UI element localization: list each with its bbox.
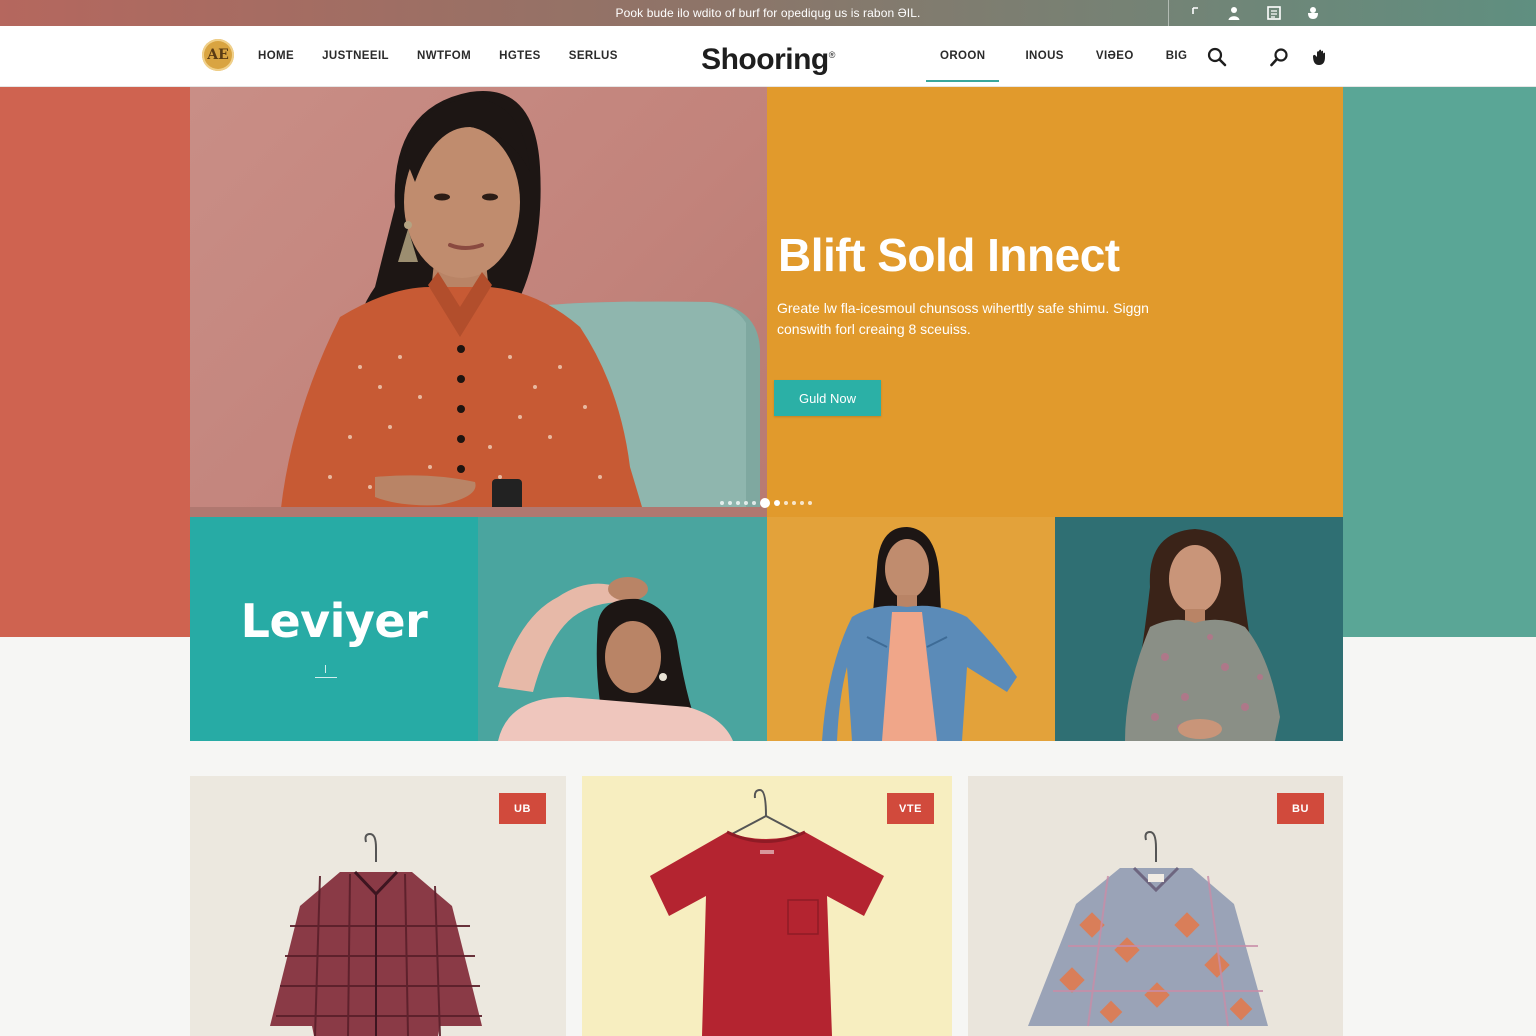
nav-item-5[interactable]: SERLUS xyxy=(569,50,618,62)
hero-subtitle: Greate lw fla-icesmoul chunsoss wiherttl… xyxy=(777,300,1149,337)
nav-item-2[interactable]: JUSTNEEIL xyxy=(322,50,389,62)
brand-name[interactable]: Shooring xyxy=(701,43,829,76)
nav-left: HOME JUSTNEEIL NWTFOM HGTES SERLUS xyxy=(258,26,646,86)
site-header: AE HOME JUSTNEEIL NWTFOM HGTES SERLUS Sh… xyxy=(0,26,1536,87)
nav-item-4[interactable]: HGTES xyxy=(499,50,541,62)
carousel-dot[interactable] xyxy=(720,501,724,505)
carousel-dot[interactable] xyxy=(744,501,748,505)
side-color-block-right xyxy=(1343,87,1536,637)
carousel-dot[interactable] xyxy=(808,501,812,505)
hero-cta-button[interactable]: Guld Now xyxy=(774,380,881,416)
carousel-dot[interactable] xyxy=(784,501,788,505)
promo-divider xyxy=(1168,0,1169,26)
hero-image xyxy=(190,87,767,517)
carousel-dot[interactable] xyxy=(792,501,796,505)
carousel-dot[interactable] xyxy=(800,501,804,505)
brand-mark: ® xyxy=(828,50,836,60)
nav-item-right-1[interactable]: OROON xyxy=(926,50,1000,82)
product-card-2[interactable]: VTE xyxy=(582,776,952,1036)
hero-title: Blift Sold Innect xyxy=(778,229,1120,281)
user-icon[interactable] xyxy=(1225,4,1243,22)
carousel-dot[interactable] xyxy=(736,501,740,505)
promo-bar: Pook bude ilo wdito of burf for opediqug… xyxy=(0,0,1536,26)
logo-badge[interactable]: AE xyxy=(202,39,234,71)
carousel-dot[interactable] xyxy=(774,500,780,506)
search-icon[interactable] xyxy=(1206,46,1228,68)
nav-item-home[interactable]: HOME xyxy=(258,50,294,62)
carousel-dot[interactable] xyxy=(728,501,732,505)
product-card-1[interactable]: UB xyxy=(190,776,566,1036)
nav-item-3[interactable]: NWTFOM xyxy=(417,50,471,62)
carousel-dots xyxy=(720,498,830,508)
nav-item-right-3[interactable]: VIƏEO xyxy=(1082,50,1148,62)
list-icon[interactable] xyxy=(1265,4,1283,22)
search-alt-icon[interactable] xyxy=(1268,46,1290,68)
bookmark-icon[interactable] xyxy=(1188,4,1206,22)
side-color-block-left xyxy=(0,87,190,637)
nav-right: OROON INOUS VIƏEO BIG xyxy=(926,26,1201,86)
category-tile-model-3[interactable] xyxy=(1055,517,1343,741)
brand-tile-word: Leviyer xyxy=(240,594,428,648)
hand-icon[interactable] xyxy=(1308,46,1330,68)
hand-icon[interactable] xyxy=(1304,4,1322,22)
brand-tile-mark xyxy=(315,665,337,678)
product-card-3[interactable]: BU xyxy=(968,776,1343,1036)
nav-item-right-4[interactable]: BIG xyxy=(1152,50,1202,62)
carousel-dot-active[interactable] xyxy=(760,498,770,508)
carousel-dot[interactable] xyxy=(752,501,756,505)
category-tile-model-1[interactable] xyxy=(478,517,767,741)
category-tile-model-2[interactable] xyxy=(767,517,1055,741)
nav-item-right-2[interactable]: INOUS xyxy=(1011,50,1077,62)
